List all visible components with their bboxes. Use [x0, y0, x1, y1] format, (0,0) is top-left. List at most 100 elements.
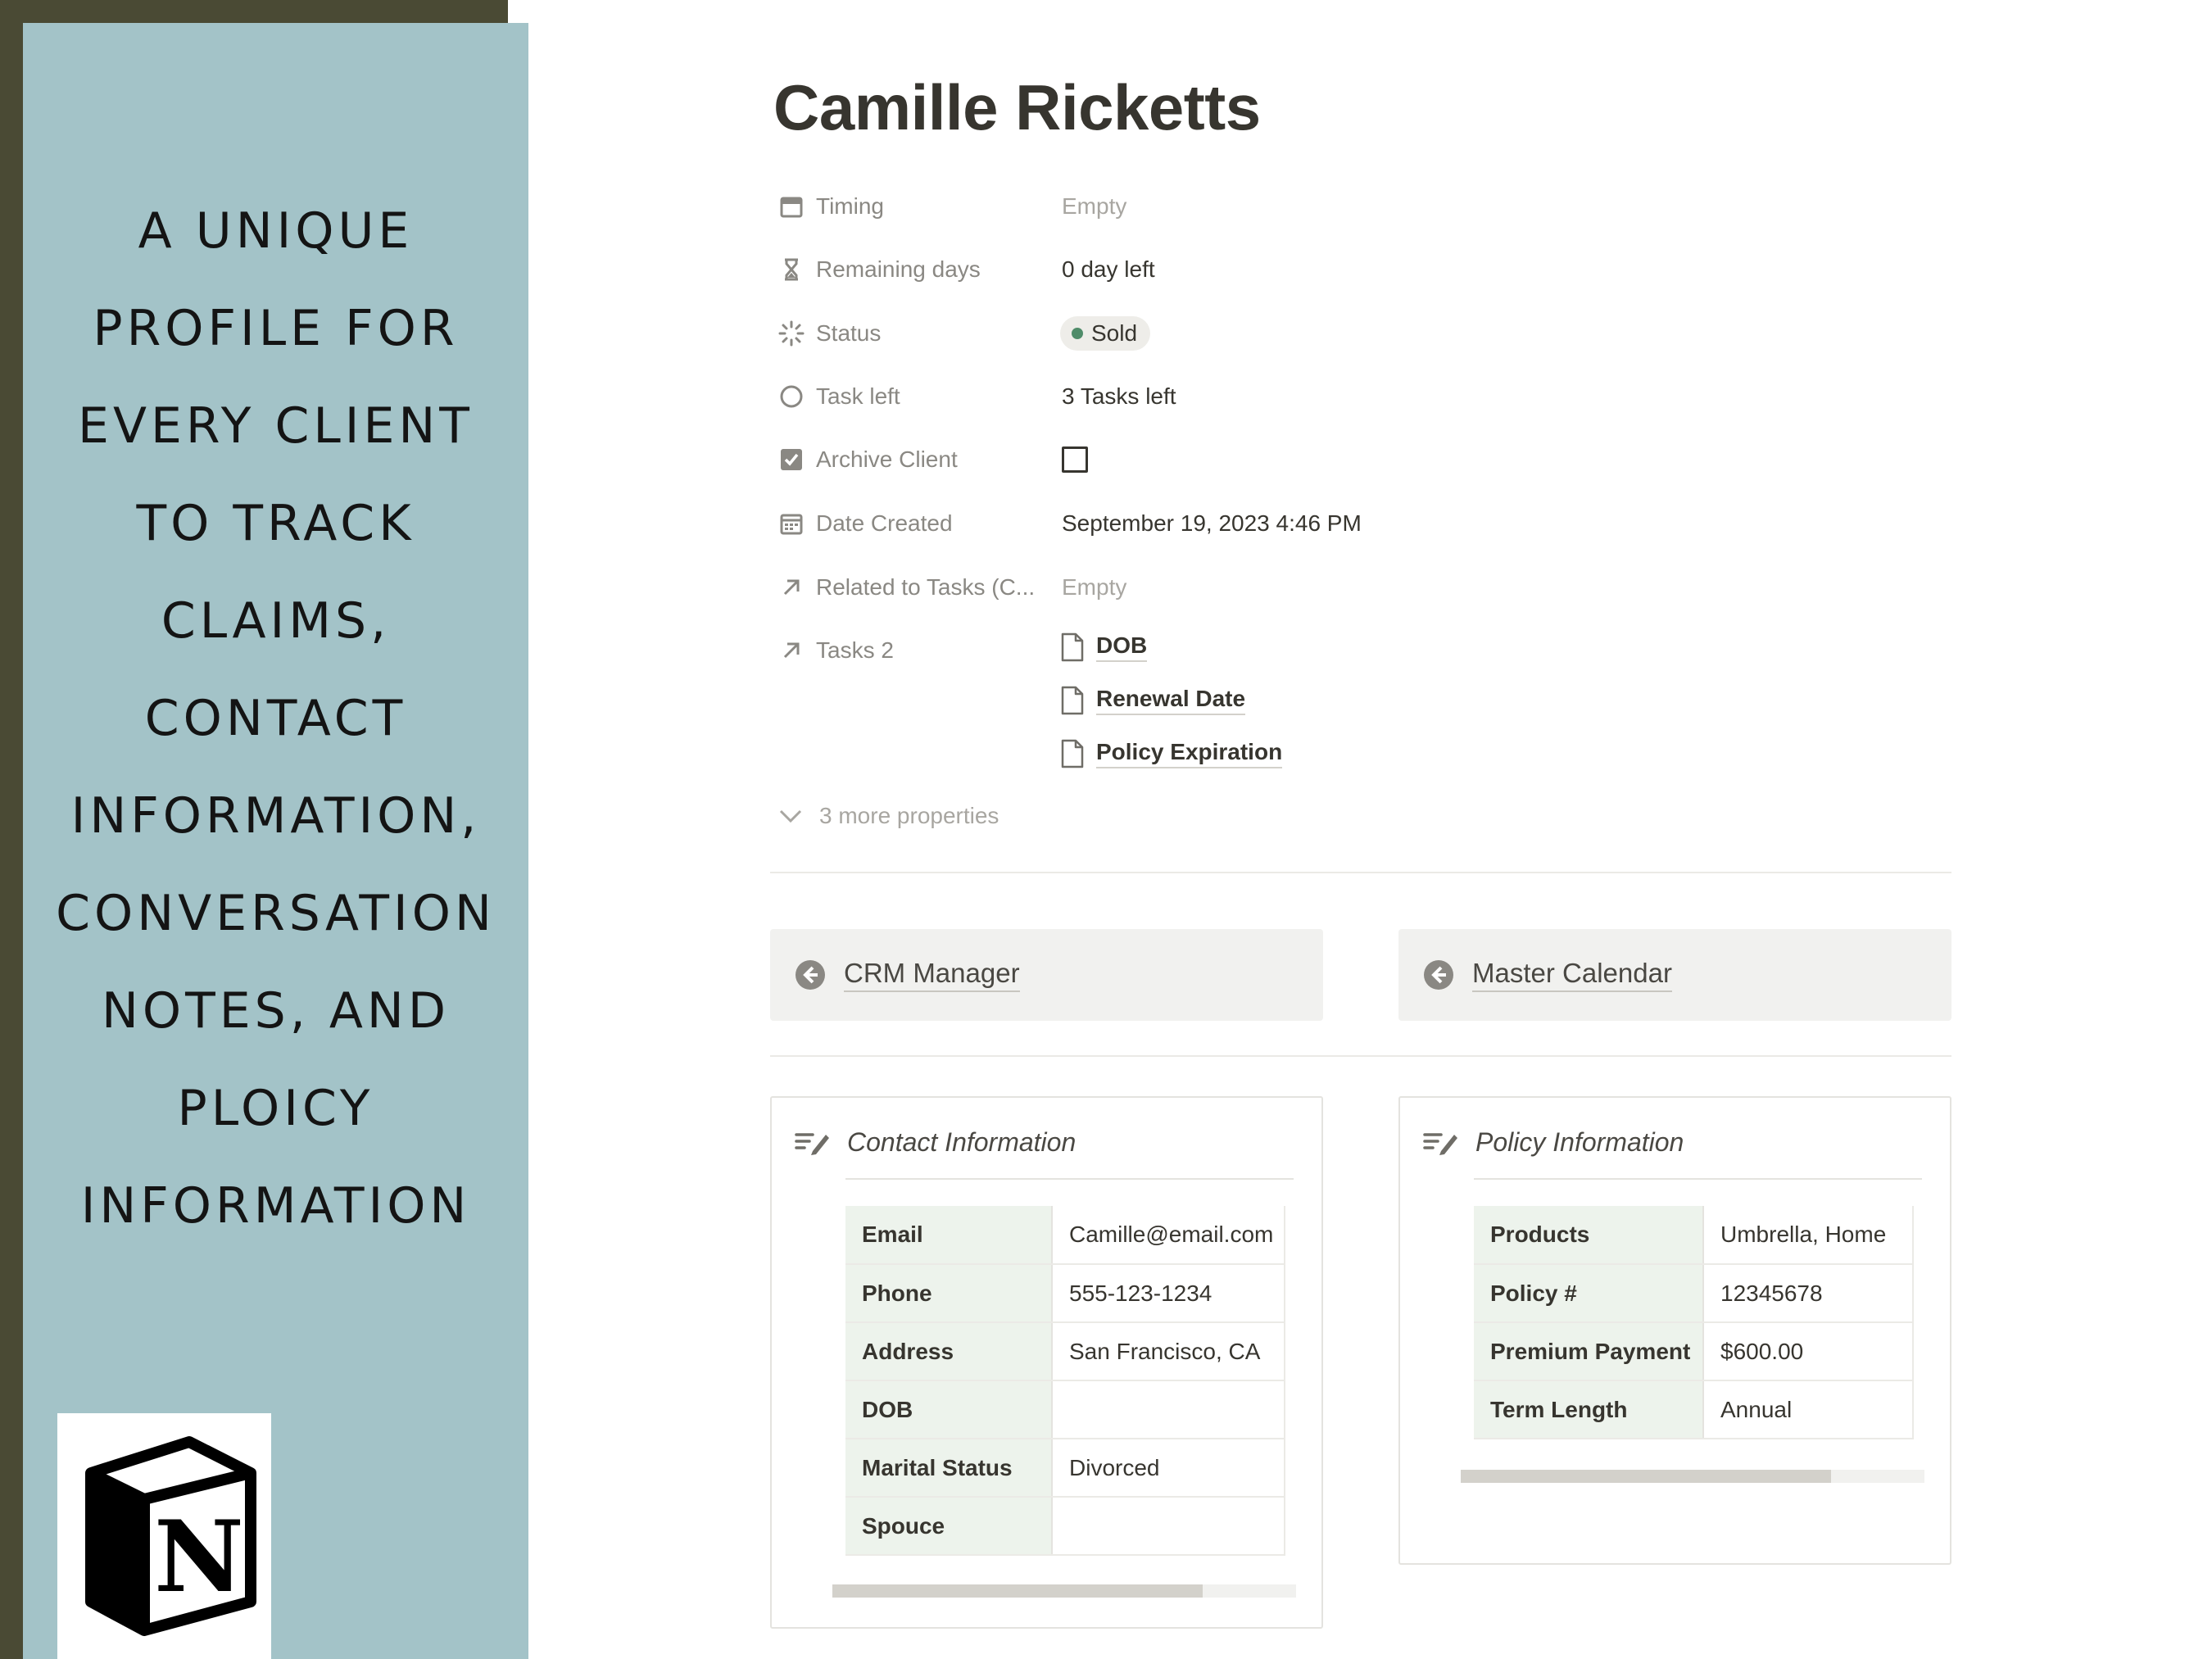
- table-row[interactable]: Phone 555-123-1234: [845, 1264, 1285, 1323]
- contact-information-card: Contact Information Email Camille@email.c…: [770, 1096, 1323, 1629]
- table-row[interactable]: Premium Payment $600.00: [1474, 1322, 1914, 1381]
- card-header: Policy Information: [1423, 1127, 1684, 1158]
- task-link-label: Renewal Date: [1096, 686, 1246, 715]
- table-value[interactable]: Divorced: [1052, 1439, 1285, 1498]
- table-row[interactable]: Term Length Annual: [1474, 1380, 1914, 1439]
- calendar-icon: [778, 510, 805, 537]
- promo-line: CONTACT: [144, 690, 407, 747]
- status-text: Sold: [1091, 320, 1138, 346]
- notion-logo-letter: N: [154, 1499, 244, 1615]
- table-row[interactable]: Policy #12345678: [1474, 1264, 1914, 1323]
- horizontal-scrollbar[interactable]: [1461, 1470, 1924, 1483]
- promo-line: PROFILE FOR: [93, 300, 459, 357]
- scrollbar-thumb[interactable]: [1461, 1470, 1831, 1483]
- property-archive-client[interactable]: Archive Client: [770, 435, 1958, 484]
- card-title: Policy Information: [1475, 1127, 1684, 1157]
- property-label: Date Created: [816, 510, 953, 536]
- contact-table: Email Camille@email.com Phone 555-123-1234…: [845, 1206, 1285, 1556]
- property-value[interactable]: Empty: [1062, 193, 1126, 220]
- status-icon: [778, 320, 805, 347]
- crm-manager-button[interactable]: CRM Manager: [770, 929, 1323, 1021]
- property-value[interactable]: Empty: [1062, 574, 1126, 601]
- page-content: Camille Ricketts Timing Empty Remaining …: [770, 0, 1958, 1659]
- table-value[interactable]: $600.00: [1703, 1322, 1914, 1381]
- promo-panel: A UNIQUE PROFILE FOR EVERY CLIENT TO TRA…: [23, 23, 528, 1659]
- promo-line: INFORMATION: [80, 1177, 471, 1235]
- table-value[interactable]: San Francisco, CA: [1052, 1322, 1285, 1381]
- edit-notes-icon: [795, 1132, 829, 1155]
- table-key: Spouce: [845, 1497, 1053, 1556]
- property-related-tasks[interactable]: Related to Tasks (C... Empty: [770, 563, 1958, 612]
- divider: [770, 872, 1951, 873]
- status-badge[interactable]: Sold: [1060, 316, 1151, 351]
- promo-text: A UNIQUE PROFILE FOR EVERY CLIENT TO TRA…: [23, 183, 528, 1255]
- table-key: Term Length: [1474, 1380, 1704, 1439]
- promo-line: PLOICY: [177, 1080, 374, 1137]
- table-value[interactable]: Umbrella, Home: [1703, 1206, 1914, 1265]
- chevron-down-icon: [779, 809, 802, 823]
- card-title: Contact Information: [847, 1127, 1077, 1157]
- table-value[interactable]: [1052, 1497, 1285, 1556]
- divider: [770, 1055, 1951, 1057]
- page-icon: [1061, 686, 1084, 715]
- table-key: Products: [1474, 1206, 1704, 1265]
- promo-line: CLAIMS,: [161, 592, 391, 650]
- table-value[interactable]: [1052, 1380, 1285, 1439]
- property-tasks-2[interactable]: Tasks 2: [770, 626, 1958, 675]
- arrow-left-circle-icon: [796, 960, 825, 990]
- promo-line: A UNIQUE: [138, 202, 414, 260]
- promo-line: INFORMATION,: [70, 787, 481, 845]
- property-value[interactable]: 0 day left: [1062, 256, 1155, 283]
- property-date-created[interactable]: Date Created September 19, 2023 4:46 PM: [770, 499, 1958, 548]
- arrow-up-right-icon: [778, 574, 805, 601]
- horizontal-scrollbar[interactable]: [832, 1584, 1296, 1598]
- promo-line: NOTES, AND: [101, 982, 451, 1040]
- table-row[interactable]: Address San Francisco, CA: [845, 1322, 1285, 1381]
- more-properties-toggle[interactable]: 3 more properties: [778, 803, 999, 829]
- notion-logo-icon: N: [84, 1436, 256, 1636]
- table-row[interactable]: Spouce: [845, 1497, 1285, 1556]
- task-link-policy-expiration[interactable]: Policy Expiration: [1060, 739, 1283, 768]
- table-row[interactable]: DOB: [845, 1380, 1285, 1439]
- page-title[interactable]: Camille Ricketts: [773, 70, 1261, 145]
- table-row[interactable]: Marital Status Divorced: [845, 1439, 1285, 1498]
- property-value[interactable]: September 19, 2023 4:46 PM: [1062, 510, 1362, 537]
- property-label: Remaining days: [816, 256, 981, 282]
- property-remaining-days[interactable]: Remaining days 0 day left: [770, 245, 1958, 294]
- property-status[interactable]: Status Sold: [770, 309, 1958, 358]
- property-label: Status: [816, 320, 882, 346]
- promo-line: TO TRACK: [136, 495, 415, 552]
- task-link-dob[interactable]: DOB: [1060, 632, 1148, 662]
- table-row[interactable]: Email Camille@email.com: [845, 1206, 1285, 1265]
- scrollbar-thumb[interactable]: [832, 1584, 1203, 1598]
- master-calendar-label: Master Calendar: [1472, 958, 1672, 992]
- table-value[interactable]: 12345678: [1703, 1264, 1914, 1323]
- property-value[interactable]: 3 Tasks left: [1062, 383, 1176, 410]
- checkbox-icon: [778, 446, 805, 473]
- calendar-icon: [778, 193, 805, 220]
- table-row[interactable]: Products Umbrella, Home: [1474, 1206, 1914, 1265]
- master-calendar-button[interactable]: Master Calendar: [1398, 929, 1951, 1021]
- table-value[interactable]: 555-123-1234: [1052, 1264, 1285, 1323]
- property-task-left[interactable]: Task left 3 Tasks left: [770, 372, 1958, 421]
- task-link-label: Policy Expiration: [1096, 739, 1283, 768]
- notion-logo: N: [57, 1413, 271, 1659]
- property-label: Tasks 2: [816, 637, 894, 663]
- page-icon: [1061, 632, 1084, 662]
- more-properties-label: 3 more properties: [819, 803, 999, 828]
- table-key: Email: [845, 1206, 1053, 1265]
- card-header: Contact Information: [795, 1127, 1076, 1158]
- property-timing[interactable]: Timing Empty: [770, 182, 1958, 231]
- table-value[interactable]: Annual: [1703, 1380, 1914, 1439]
- status-dot: [1072, 328, 1083, 339]
- property-label: Timing: [816, 193, 884, 219]
- table-value[interactable]: Camille@email.com: [1052, 1206, 1285, 1265]
- arrow-up-right-icon: [778, 637, 805, 664]
- task-link-renewal-date[interactable]: Renewal Date: [1060, 686, 1246, 715]
- table-key: DOB: [845, 1380, 1053, 1439]
- card-divider: [845, 1178, 1294, 1180]
- table-key: Premium Payment: [1474, 1322, 1704, 1381]
- promo-line: CONVERSATION: [56, 885, 496, 942]
- policy-table: Products Umbrella, Home Policy #12345678 …: [1474, 1206, 1914, 1439]
- archive-client-checkbox[interactable]: [1062, 446, 1088, 473]
